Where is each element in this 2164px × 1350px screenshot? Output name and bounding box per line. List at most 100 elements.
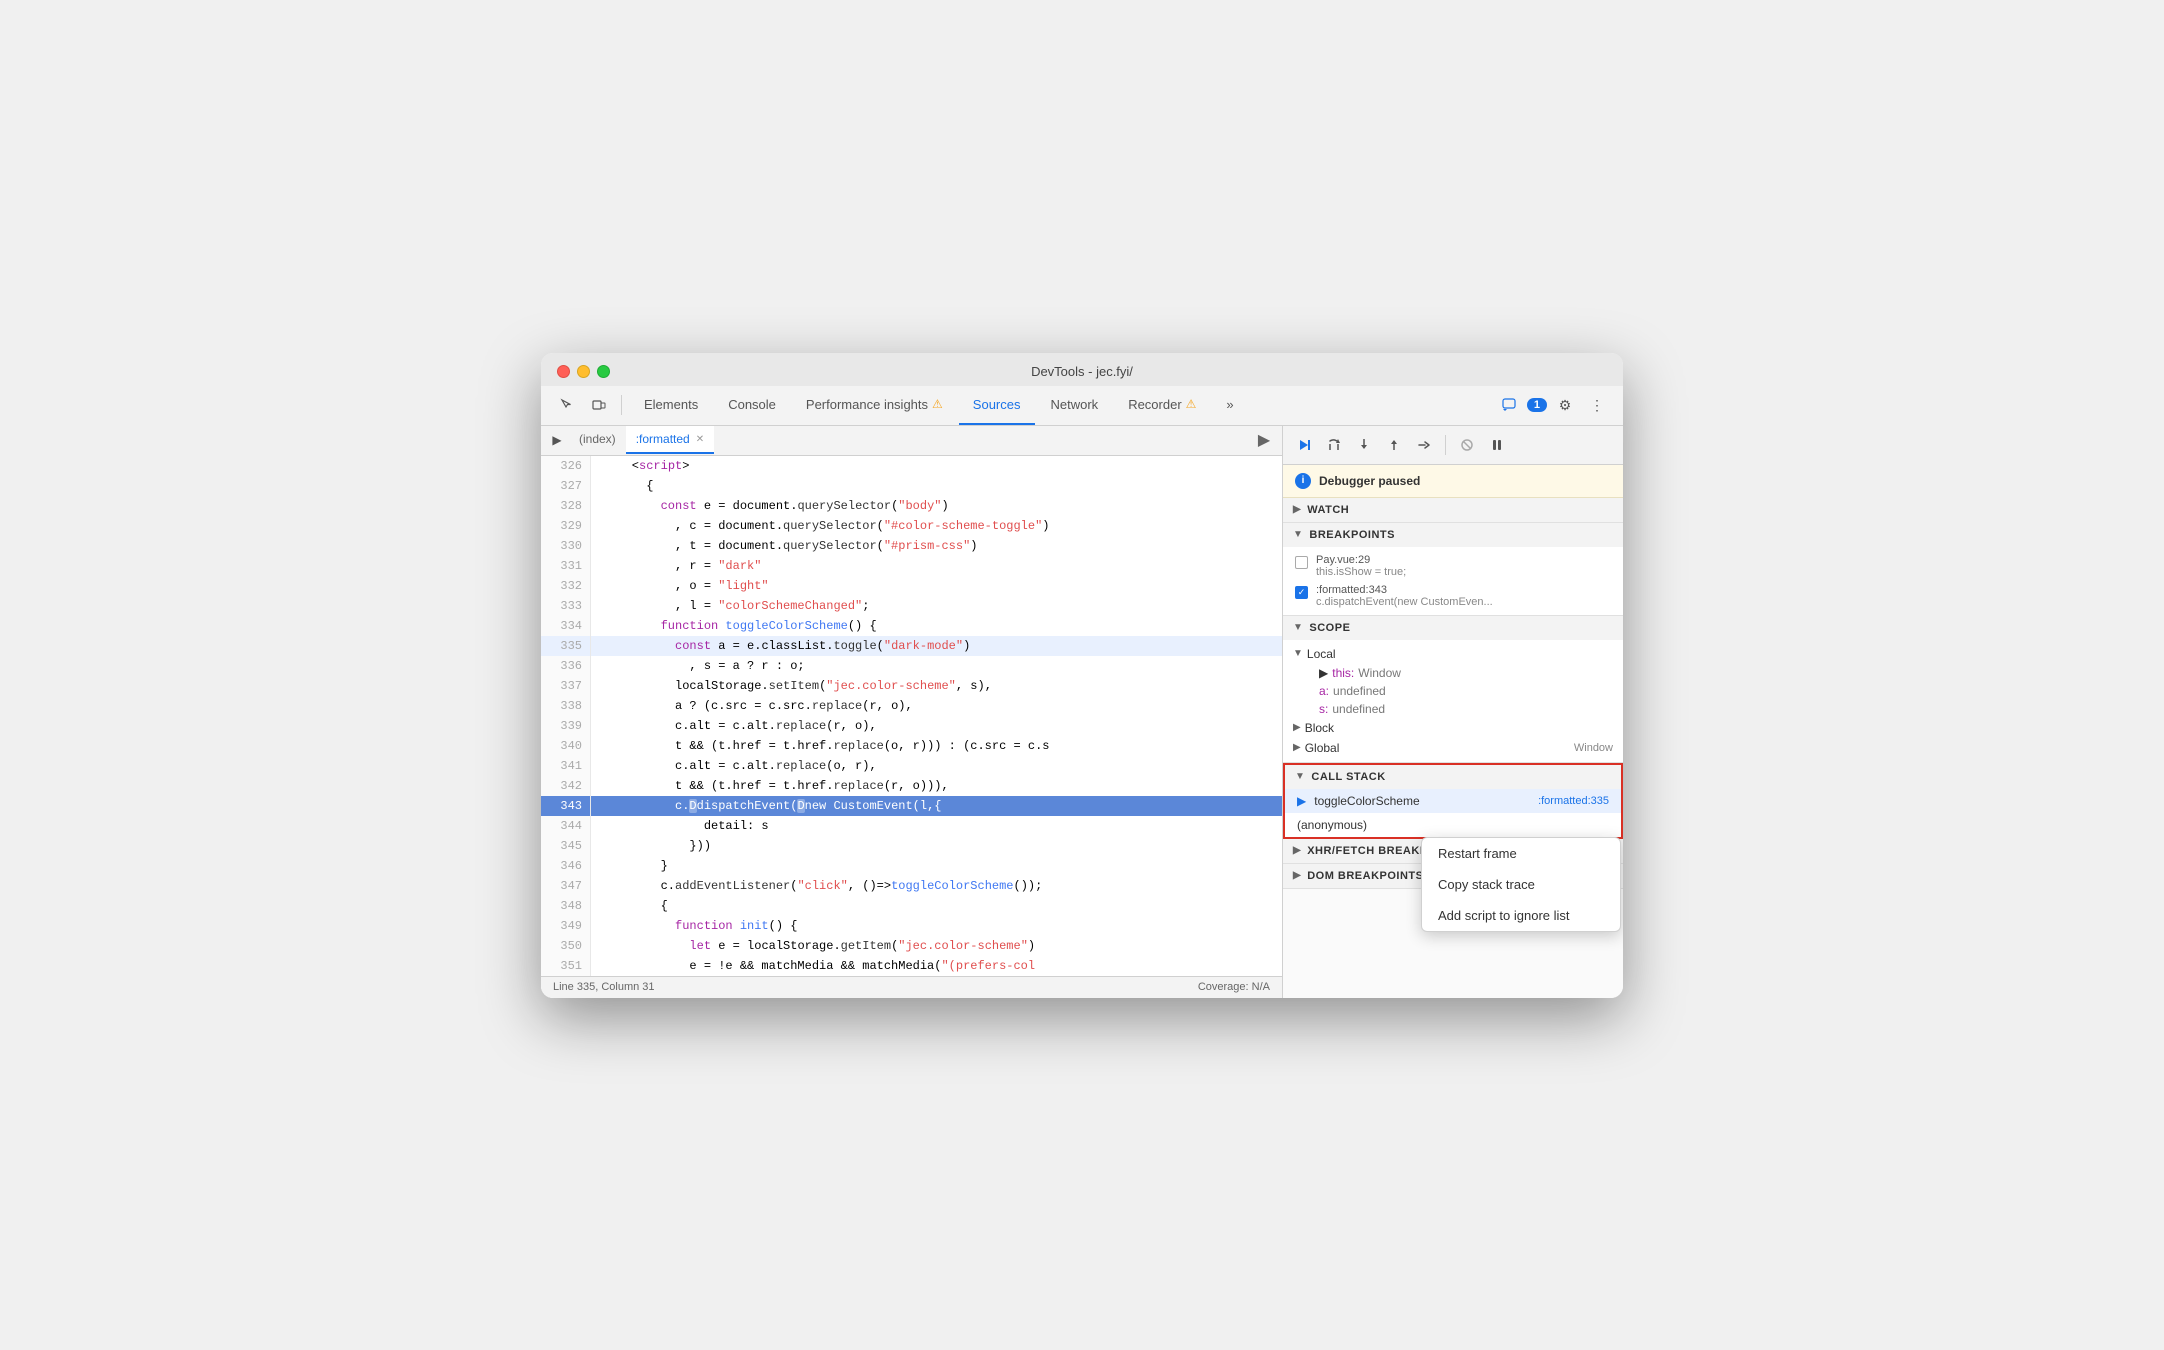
title-bar: DevTools - jec.fyi/ xyxy=(541,353,1623,386)
scope-a: a: undefined xyxy=(1307,682,1623,700)
code-line-336: 336 , s = a ? r : o; xyxy=(541,656,1282,676)
code-line-339: 339 c.alt = c.alt.replace(r, o), xyxy=(541,716,1282,736)
breakpoint-item-1: Pay.vue:29 this.isShow = true; xyxy=(1283,551,1623,581)
file-tab-right-icon[interactable]: ▶ xyxy=(1250,426,1278,454)
context-menu-add-script-ignore[interactable]: Add script to ignore list xyxy=(1422,900,1620,931)
code-line-348: 348 { xyxy=(541,896,1282,916)
tab-recorder[interactable]: Recorder ⚠ xyxy=(1114,386,1210,425)
global-arrow: ▶ xyxy=(1293,742,1301,753)
code-line-351: 351 e = !e && matchMedia && matchMedia("… xyxy=(541,956,1282,976)
tab-console[interactable]: Console xyxy=(714,386,790,425)
breakpoints-arrow: ▼ xyxy=(1293,529,1303,540)
context-menu-copy-stack-trace[interactable]: Copy stack trace xyxy=(1422,869,1620,900)
deactivate-breakpoints-button[interactable] xyxy=(1454,432,1480,458)
settings-icon[interactable]: ⚙ xyxy=(1551,391,1579,419)
close-tab-icon[interactable]: ✕ xyxy=(696,434,704,445)
call-stack-fn-1: (anonymous) xyxy=(1297,818,1609,832)
breakpoints-header[interactable]: ▼ Breakpoints xyxy=(1283,523,1623,547)
file-tab-formatted[interactable]: :formatted ✕ xyxy=(626,426,714,454)
code-line-346: 346 } xyxy=(541,856,1282,876)
window-title: DevTools - jec.fyi/ xyxy=(1031,364,1133,379)
code-line-337: 337 localStorage.setItem("jec.color-sche… xyxy=(541,676,1282,696)
breakpoint-check-1[interactable] xyxy=(1295,556,1308,569)
block-arrow: ▶ xyxy=(1293,722,1301,733)
step-over-button[interactable] xyxy=(1321,432,1347,458)
scope-local-group[interactable]: ▼ Local xyxy=(1283,644,1623,664)
top-toolbar: Elements Console Performance insights ⚠ … xyxy=(541,386,1623,426)
watch-arrow: ▶ xyxy=(1293,504,1301,515)
local-arrow: ▼ xyxy=(1293,648,1303,659)
debug-separator xyxy=(1445,435,1446,455)
tab-navigation: Elements Console Performance insights ⚠ … xyxy=(630,386,1491,425)
tab-network[interactable]: Network xyxy=(1037,386,1113,425)
tab-sources[interactable]: Sources xyxy=(959,386,1035,425)
tab-elements[interactable]: Elements xyxy=(630,386,712,425)
code-line-349: 349 function init() { xyxy=(541,916,1282,936)
resume-button[interactable] xyxy=(1291,432,1317,458)
watch-header[interactable]: ▶ Watch xyxy=(1283,498,1623,522)
context-menu-restart-frame[interactable]: Restart frame xyxy=(1422,838,1620,869)
scope-global-group[interactable]: ▶ Global Window xyxy=(1283,738,1623,758)
scope-this-key: this: xyxy=(1332,666,1354,680)
watch-label: Watch xyxy=(1307,504,1349,516)
performance-warning-icon: ⚠ xyxy=(932,397,943,411)
file-nav-icon[interactable]: ▶ xyxy=(545,428,569,452)
step-into-button[interactable] xyxy=(1351,432,1377,458)
call-stack-arrow: ▼ xyxy=(1295,771,1305,782)
breakpoint-check-2[interactable]: ✓ xyxy=(1295,586,1308,599)
scope-this-val: Window xyxy=(1358,666,1401,680)
main-content: ▶ (index) :formatted ✕ ▶ 326 <script> xyxy=(541,426,1623,998)
scope-s-val: undefined xyxy=(1332,702,1385,716)
code-line-335: 335 const a = e.classList.toggle("dark-m… xyxy=(541,636,1282,656)
dom-arrow: ▶ xyxy=(1293,870,1301,881)
call-stack-row-1: (anonymous) Restart frame Copy stack tra… xyxy=(1285,813,1621,837)
file-tab-index[interactable]: (index) xyxy=(569,426,626,454)
code-line-328: 328 const e = document.querySelector("bo… xyxy=(541,496,1282,516)
breakpoint-file-2: :formatted:343 xyxy=(1316,584,1611,596)
toolbar-divider xyxy=(621,395,622,415)
scope-header[interactable]: ▼ Scope xyxy=(1283,616,1623,640)
dom-label: DOM breakpoints xyxy=(1307,870,1423,882)
code-line-326: 326 <script> xyxy=(541,456,1282,476)
call-stack-item-0[interactable]: ▶ toggleColorScheme :formatted:335 xyxy=(1285,789,1621,813)
call-stack-item-1[interactable]: (anonymous) xyxy=(1285,813,1621,837)
maximize-button[interactable] xyxy=(597,365,610,378)
watch-section: ▶ Watch xyxy=(1283,498,1623,523)
minimize-button[interactable] xyxy=(577,365,590,378)
toolbar-right: 1 ⚙ ⋮ xyxy=(1495,391,1611,419)
code-area[interactable]: 326 <script> 327 { 328 const e = documen… xyxy=(541,456,1282,976)
pause-on-exceptions-button[interactable] xyxy=(1484,432,1510,458)
recorder-warning-icon: ⚠ xyxy=(1186,397,1197,411)
device-toolbar-icon[interactable] xyxy=(585,391,613,419)
step-button[interactable] xyxy=(1411,432,1437,458)
code-line-338: 338 a ? (c.src = c.src.replace(r, o), xyxy=(541,696,1282,716)
info-icon: i xyxy=(1295,473,1311,489)
tab-more[interactable]: » xyxy=(1212,386,1247,425)
code-line-343: 343 c.DdispatchEvent(Dnew CustomEvent(l,… xyxy=(541,796,1282,816)
more-options-icon[interactable]: ⋮ xyxy=(1583,391,1611,419)
status-position: Line 335, Column 31 xyxy=(553,981,655,993)
code-line-327: 327 { xyxy=(541,476,1282,496)
call-stack-fn-0: toggleColorScheme xyxy=(1314,794,1530,808)
debugger-paused-text: Debugger paused xyxy=(1319,474,1420,488)
call-stack-header[interactable]: ▼ Call stack xyxy=(1285,765,1621,789)
code-line-329: 329 , c = document.querySelector("#color… xyxy=(541,516,1282,536)
status-bar: Line 335, Column 31 Coverage: N/A xyxy=(541,976,1282,998)
local-label: Local xyxy=(1307,647,1336,661)
chat-icon[interactable] xyxy=(1495,391,1523,419)
scope-label: Scope xyxy=(1309,622,1350,634)
code-line-344: 344 detail: s xyxy=(541,816,1282,836)
scope-block-group[interactable]: ▶ Block xyxy=(1283,718,1623,738)
breakpoints-content: Pay.vue:29 this.isShow = true; ✓ :format… xyxy=(1283,547,1623,615)
breakpoint-item-2: ✓ :formatted:343 c.dispatchEvent(new Cus… xyxy=(1283,581,1623,611)
tab-performance[interactable]: Performance insights ⚠ xyxy=(792,386,957,425)
devtools-window: DevTools - jec.fyi/ Elements Console Per… xyxy=(541,353,1623,998)
step-out-button[interactable] xyxy=(1381,432,1407,458)
scope-a-key: a: xyxy=(1319,684,1329,698)
code-line-341: 341 c.alt = c.alt.replace(o, r), xyxy=(541,756,1282,776)
global-val: Window xyxy=(1574,742,1613,754)
breakpoints-label: Breakpoints xyxy=(1309,529,1395,541)
scope-s-key: s: xyxy=(1319,702,1328,716)
inspect-icon[interactable] xyxy=(553,391,581,419)
close-button[interactable] xyxy=(557,365,570,378)
